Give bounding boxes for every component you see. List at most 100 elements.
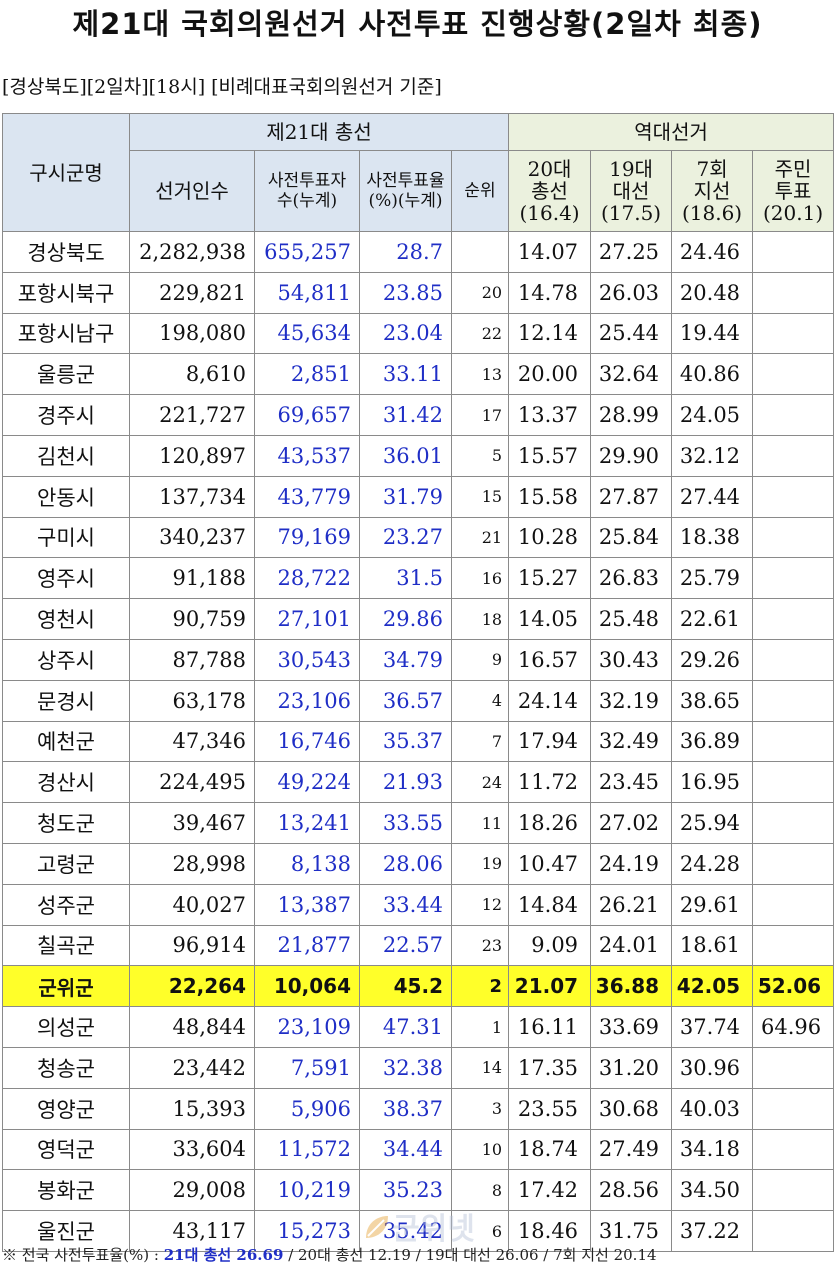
cell-rate: 31.5 (359, 557, 452, 600)
cell-voters: 229,821 (129, 271, 255, 314)
cell-region: 성주군 (2, 883, 130, 926)
cell-region: 포항시북구 (2, 271, 130, 314)
cell-20th-general: 14.07 (508, 231, 592, 273)
watermark-logo: 군위넷 (352, 1200, 512, 1256)
cell-20th-general: 17.94 (508, 720, 592, 763)
cell-19th-presidential: 28.56 (590, 1169, 673, 1212)
cell-voters: 224,495 (129, 761, 255, 804)
cell-19th-presidential: 26.83 (590, 557, 673, 600)
cell-20th-general: 15.57 (508, 434, 592, 477)
cell-7th-local: 42.05 (671, 965, 754, 1008)
table-row: 영덕군 33,604 11,572 34.44 10 18.74 27.49 34.18 (2, 1128, 835, 1171)
cell-rank: 7 (450, 720, 510, 763)
cell-early-voters: 54,811 (254, 271, 360, 314)
cell-early-voters: 28,722 (254, 557, 360, 600)
cell-7th-local: 24.05 (671, 394, 754, 436)
cell-resident-vote (752, 638, 835, 681)
cell-rank: 22 (450, 312, 510, 355)
cell-rank: 24 (450, 761, 510, 804)
cell-19th-presidential: 27.87 (590, 475, 673, 518)
cell-region: 영천시 (2, 598, 130, 640)
cell-rank: 18 (450, 598, 510, 640)
cell-resident-vote (752, 842, 835, 885)
cell-resident-vote (752, 802, 835, 844)
cell-region: 경상북도 (2, 231, 130, 273)
cell-region: 울릉군 (2, 353, 130, 396)
cell-19th-presidential: 27.49 (590, 1128, 673, 1171)
cell-7th-local: 24.46 (671, 231, 754, 273)
cell-region: 예천군 (2, 720, 130, 763)
cell-early-voters: 10,219 (254, 1169, 360, 1212)
cell-voters: 120,897 (129, 434, 255, 477)
cell-rate: 23.85 (359, 271, 452, 314)
cell-19th-presidential: 24.19 (590, 842, 673, 885)
cell-resident-vote (752, 720, 835, 763)
cell-region: 영양군 (2, 1087, 130, 1130)
header-early-voters: 사전투표자 수(누계) (254, 150, 360, 232)
cell-region: 칠곡군 (2, 924, 130, 967)
header-group-current: 제21대 총선 (128, 113, 510, 151)
cell-rank: 1 (450, 1006, 510, 1048)
cell-20th-general: 18.26 (508, 802, 592, 844)
table-row: 영주시 91,188 28,722 31.5 16 15.27 26.83 25.79 (2, 557, 835, 600)
header-7th-local: 7회 지선 (18.6) (671, 150, 754, 232)
cell-resident-vote (752, 1046, 835, 1089)
cell-rank: 20 (450, 271, 510, 314)
cell-rate: 36.57 (359, 679, 452, 722)
cell-19th-presidential: 30.68 (590, 1087, 673, 1130)
cell-region: 영주시 (2, 557, 130, 600)
cell-resident-vote (752, 231, 835, 273)
cell-7th-local: 37.74 (671, 1006, 754, 1048)
cell-region: 경주시 (2, 394, 130, 436)
cell-resident-vote (752, 353, 835, 396)
cell-20th-general: 10.28 (508, 516, 592, 559)
cell-rate: 23.27 (359, 516, 452, 559)
cell-19th-presidential: 31.20 (590, 1046, 673, 1089)
cell-rate: 47.31 (359, 1006, 452, 1048)
cell-rank: 5 (450, 434, 510, 477)
cell-19th-presidential: 26.03 (590, 271, 673, 314)
table-row: 예천군 47,346 16,746 35.37 7 17.94 32.49 36.89 (2, 720, 835, 763)
cell-19th-presidential: 25.84 (590, 516, 673, 559)
cell-rate: 23.04 (359, 312, 452, 355)
cell-rate: 32.38 (359, 1046, 452, 1089)
cell-voters: 22,264 (129, 965, 255, 1008)
table-row: 상주시 87,788 30,543 34.79 9 16.57 30.43 29.26 (2, 638, 835, 681)
cell-region: 구미시 (2, 516, 130, 559)
cell-resident-vote (752, 516, 835, 559)
cell-rank: 3 (450, 1087, 510, 1130)
cell-rank: 13 (450, 353, 510, 396)
cell-rank: 15 (450, 475, 510, 518)
cell-early-voters: 21,877 (254, 924, 360, 967)
cell-resident-vote (752, 761, 835, 804)
table-row: 경산시 224,495 49,224 21.93 24 11.72 23.45 16.95 (2, 761, 835, 804)
cell-region: 김천시 (2, 434, 130, 477)
cell-7th-local: 38.65 (671, 679, 754, 722)
cell-19th-presidential: 36.88 (590, 965, 673, 1008)
cell-region: 영덕군 (2, 1128, 130, 1171)
cell-region: 문경시 (2, 679, 130, 722)
cell-resident-vote (752, 394, 835, 436)
cell-voters: 96,914 (129, 924, 255, 967)
cell-resident-vote (752, 679, 835, 722)
cell-20th-general: 17.42 (508, 1169, 592, 1212)
cell-rate: 35.37 (359, 720, 452, 763)
cell-rate: 31.42 (359, 394, 452, 436)
cell-rate: 36.01 (359, 434, 452, 477)
table-row: 성주군 40,027 13,387 33.44 12 14.84 26.21 29.61 (2, 883, 835, 926)
table-row: 경상북도 2,282,938 655,257 28.7 14.07 27.25 24.46 (2, 231, 835, 273)
cell-resident-vote: 64.96 (752, 1006, 835, 1048)
cell-rate: 38.37 (359, 1087, 452, 1130)
cell-resident-vote (752, 1169, 835, 1212)
cell-early-voters: 43,779 (254, 475, 360, 518)
table-row: 칠곡군 96,914 21,877 22.57 23 9.09 24.01 18.61 (2, 924, 835, 967)
cell-early-voters: 27,101 (254, 598, 360, 640)
cell-voters: 15,393 (129, 1087, 255, 1130)
cell-20th-general: 11.72 (508, 761, 592, 804)
cell-voters: 221,727 (129, 394, 255, 436)
cell-20th-general: 15.58 (508, 475, 592, 518)
header-rank: 순위 (450, 150, 510, 232)
cell-rate: 33.44 (359, 883, 452, 926)
cell-voters: 48,844 (129, 1006, 255, 1048)
cell-region: 고령군 (2, 842, 130, 885)
